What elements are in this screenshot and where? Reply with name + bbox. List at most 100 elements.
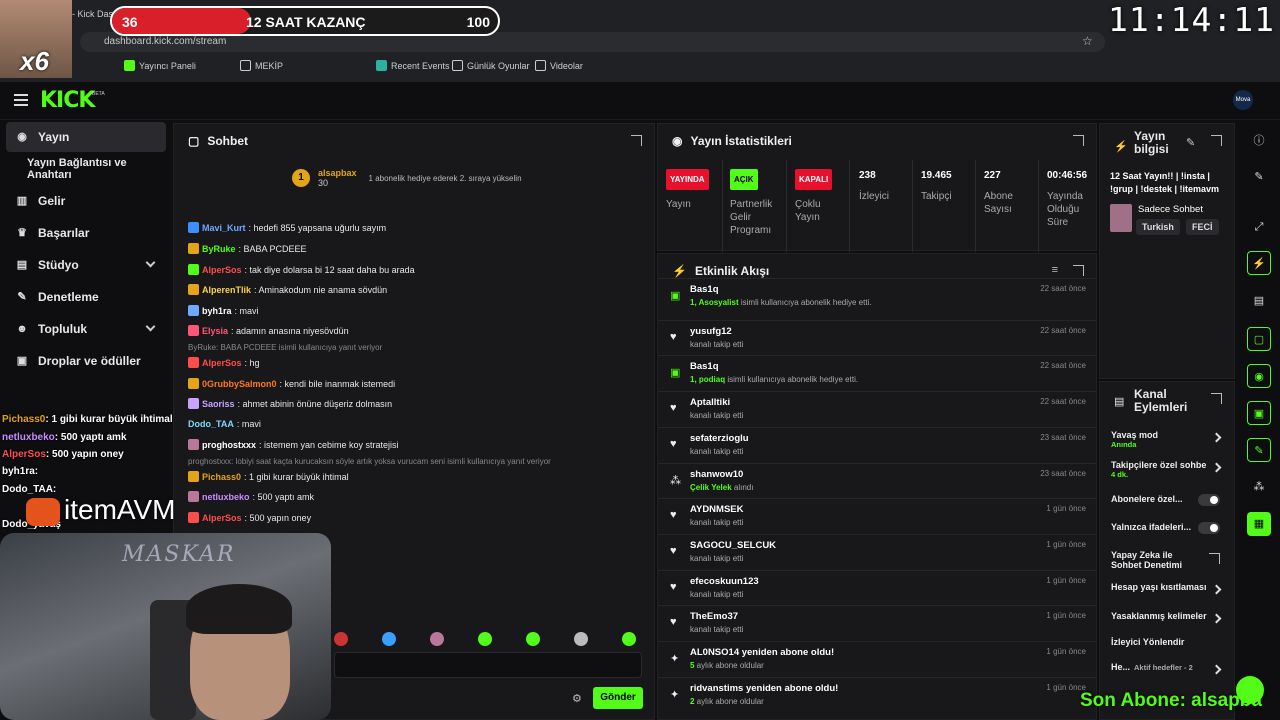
chat-username[interactable]: netluxbeko bbox=[202, 492, 250, 502]
mod-icon[interactable]: ▣ bbox=[1247, 401, 1271, 425]
event-row[interactable]: ♥ yusufg12 kanalı takip etti 22 saat önce bbox=[658, 319, 1096, 356]
tag-chip[interactable]: Turkish bbox=[1136, 219, 1180, 235]
event-row[interactable]: ♥ TheEmo37 kanalı takip etti 1 gün önce bbox=[658, 605, 1096, 641]
chat-username[interactable]: AlperSos bbox=[202, 513, 242, 523]
event-name[interactable]: SAGOCU_SELCUK bbox=[690, 540, 776, 551]
sidebar-item-yayin[interactable]: ◉ Yayın bbox=[6, 122, 166, 152]
emote-icon[interactable] bbox=[622, 632, 636, 646]
category-name[interactable]: Sadece Sohbet bbox=[1138, 204, 1203, 215]
popout-icon[interactable] bbox=[1073, 265, 1084, 276]
clapper-icon[interactable]: ▦ bbox=[1247, 512, 1271, 536]
event-name[interactable]: efecoskuun123 bbox=[690, 576, 759, 587]
chat-username[interactable]: Mavi_Kurt bbox=[202, 223, 246, 233]
emote-icon[interactable] bbox=[526, 632, 540, 646]
channel-action[interactable]: Takipçilere özel sohbe 4 dk. bbox=[1111, 460, 1206, 479]
event-row[interactable]: ♥ AYDNMSEK kanalı takip etti 1 gün önce bbox=[658, 498, 1096, 534]
channel-action[interactable]: İzleyici Yönlendir bbox=[1111, 637, 1184, 647]
edit-icon[interactable]: ✎ bbox=[1186, 136, 1195, 149]
sidebar-item-denetleme[interactable]: ✎ Denetleme bbox=[6, 282, 166, 312]
chat-username[interactable]: Pichass0 bbox=[202, 472, 241, 482]
event-row[interactable]: ⁂ shanwow10 Çelik Yelek alındı 23 saat önce bbox=[658, 462, 1096, 499]
event-name[interactable]: ridvanstims yeniden abone oldu! bbox=[690, 683, 838, 694]
chat-username[interactable]: 0GrubbySalmon0 bbox=[202, 379, 277, 389]
info-icon[interactable]: ⓘ bbox=[1247, 129, 1271, 153]
tag-chip[interactable]: FECİ bbox=[1186, 219, 1219, 235]
chevron-right-icon[interactable] bbox=[1211, 613, 1222, 624]
chat-username[interactable]: byh1ra bbox=[202, 306, 232, 316]
event-row[interactable]: ♥ efecoskuun123 kanalı takip etti 1 gün önc… bbox=[658, 569, 1096, 606]
chat-bubble-icon[interactable]: ▢ bbox=[1247, 327, 1271, 351]
event-row[interactable]: ✦ ridvanstims yeniden abone oldu! 2 aylık … bbox=[658, 676, 1096, 713]
event-name[interactable]: yusufg12 bbox=[690, 326, 732, 337]
popout-icon[interactable] bbox=[1211, 135, 1222, 146]
event-name[interactable]: AL0NSO14 yeniden abone oldu! bbox=[690, 647, 834, 658]
document-icon[interactable]: ▤ bbox=[1247, 289, 1271, 313]
bolt-icon[interactable]: ⚡ bbox=[1247, 251, 1271, 275]
chevron-right-icon[interactable] bbox=[1211, 462, 1222, 473]
chat-input[interactable] bbox=[334, 652, 642, 678]
event-row[interactable]: ✦ AL0NSO14 yeniden abone oldu! 5 aylık abo… bbox=[658, 641, 1096, 677]
toggle-switch[interactable] bbox=[1198, 522, 1220, 534]
emote-icon[interactable] bbox=[382, 632, 396, 646]
bookmark-folder[interactable]: Günlük Oyunlar bbox=[452, 60, 530, 71]
send-button[interactable]: Gönder bbox=[593, 687, 643, 709]
channel-action[interactable]: Yalnızca ifadeleri... bbox=[1111, 522, 1191, 532]
external-link-icon[interactable] bbox=[1209, 553, 1220, 564]
expand-icon[interactable]: ⤢ bbox=[1247, 215, 1271, 239]
sidebar-item-basarilar[interactable]: ♛ Başarılar bbox=[6, 218, 166, 248]
chat-username[interactable]: AlperenTlik bbox=[202, 285, 251, 295]
channel-action[interactable]: He... Aktif hedefler - 2 bbox=[1111, 662, 1193, 672]
popout-icon[interactable] bbox=[1073, 135, 1084, 146]
channel-action[interactable]: Yapay Zeka ile Sohbet Denetimi bbox=[1111, 550, 1201, 570]
event-name[interactable]: shanwow10 bbox=[690, 469, 743, 480]
chevron-right-icon[interactable] bbox=[1211, 664, 1222, 675]
dots-icon[interactable]: ⁂ bbox=[1247, 475, 1271, 499]
event-name[interactable]: Bas1q bbox=[690, 361, 719, 372]
channel-action[interactable]: Yasaklanmış kelimeler bbox=[1111, 611, 1207, 621]
wrench-icon[interactable]: ✎ bbox=[1247, 438, 1271, 462]
channel-action[interactable]: Yavaş mod Anında bbox=[1111, 430, 1158, 449]
emote-icon[interactable] bbox=[430, 632, 444, 646]
channel-action[interactable]: Abonelere özel... bbox=[1111, 494, 1183, 504]
sidebar-item-topluluk[interactable]: ☻ Topluluk bbox=[6, 314, 166, 344]
chat-username[interactable]: Saoriss bbox=[202, 399, 235, 409]
bookmark-star-icon[interactable]: ☆ bbox=[1082, 34, 1093, 48]
toggle-switch[interactable] bbox=[1198, 494, 1220, 506]
help-icon[interactable] bbox=[1236, 676, 1264, 704]
chevron-right-icon[interactable] bbox=[1211, 432, 1222, 443]
bookmark-item[interactable]: Recent Events bbox=[376, 60, 450, 71]
channel-action[interactable]: Hesap yaşı kısıtlaması bbox=[1111, 582, 1207, 592]
menu-icon[interactable] bbox=[14, 94, 28, 106]
event-name[interactable]: AYDNMSEK bbox=[690, 504, 744, 515]
broadcast-icon[interactable]: ◉ bbox=[1247, 364, 1271, 388]
event-name[interactable]: Bas1q bbox=[690, 284, 719, 295]
event-row[interactable]: ▣ Bas1q 1, Asosyalist isimli kullanıcıya a… bbox=[658, 278, 1096, 314]
sidebar-item-studyo[interactable]: ▤ Stüdyo bbox=[6, 250, 166, 280]
filter-icon[interactable]: ≡ bbox=[1052, 264, 1058, 276]
bookmark-item[interactable]: Yayıncı Paneli bbox=[124, 60, 196, 71]
chat-username[interactable]: Elysia bbox=[202, 326, 228, 336]
chevron-right-icon[interactable] bbox=[1211, 584, 1222, 595]
event-row[interactable]: ♥ sefaterzioglu kanalı takip etti 23 saat ö… bbox=[658, 426, 1096, 463]
avatar[interactable]: Mova bbox=[1233, 90, 1253, 110]
sidebar-item-stream-key[interactable]: Yayın Bağlantısı ve Anahtarı bbox=[6, 154, 166, 184]
popout-icon[interactable] bbox=[1211, 393, 1222, 404]
edit-icon[interactable]: ✎ bbox=[1247, 165, 1271, 189]
gear-icon[interactable]: ⚙ bbox=[572, 692, 582, 705]
kick-logo[interactable]: KICK bbox=[40, 88, 95, 113]
event-row[interactable]: ♥ Aptalltiki kanalı takip etti 22 saat önce bbox=[658, 391, 1096, 427]
event-name[interactable]: TheEmo37 bbox=[690, 611, 738, 622]
chat-username[interactable]: proghostxxx bbox=[202, 440, 256, 450]
popout-icon[interactable] bbox=[631, 135, 642, 146]
emote-icon[interactable] bbox=[334, 632, 348, 646]
chat-username[interactable]: ByRuke bbox=[202, 244, 236, 254]
bookmark-folder[interactable]: Videolar bbox=[535, 60, 583, 71]
emote-icon[interactable] bbox=[574, 632, 588, 646]
event-row[interactable]: ▣ Bas1q 1, podiaq isimli kullanıcıya abone… bbox=[658, 355, 1096, 391]
chat-username[interactable]: AlperSos bbox=[202, 265, 242, 275]
event-name[interactable]: sefaterzioglu bbox=[690, 433, 749, 444]
bookmark-item[interactable]: MEKİP bbox=[240, 60, 283, 71]
chat-username[interactable]: AlperSos bbox=[202, 358, 242, 368]
sidebar-item-gelir[interactable]: ▥ Gelir bbox=[6, 186, 166, 216]
event-row[interactable]: ♥ SAGOCU_SELCUK kanalı takip etti 1 gün önc… bbox=[658, 533, 1096, 570]
